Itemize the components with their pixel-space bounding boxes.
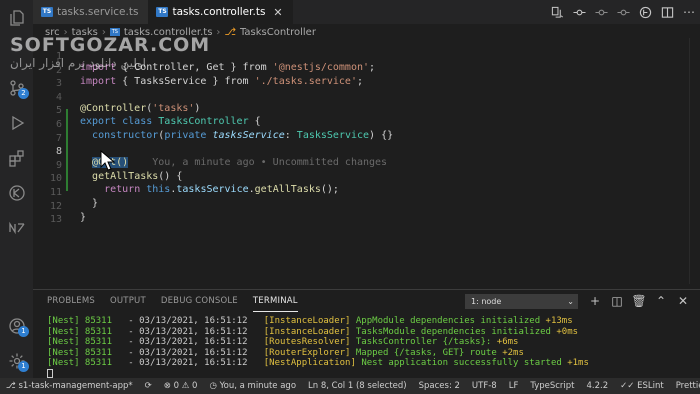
terminal-line: [Nest] 85311 - 03/13/2021, 16:51:12 [Rou…	[47, 347, 524, 358]
split-terminal-icon[interactable]: ◫	[608, 292, 626, 310]
eslint-label: ESLint	[637, 381, 664, 391]
error-icon: ⊗	[163, 381, 174, 391]
mouse-pointer-icon	[100, 150, 116, 171]
code-editor[interactable]: 1 import { Controller, Get } from '@nest…	[33, 38, 689, 284]
close-icon[interactable]: ✕	[273, 6, 282, 19]
code-line: 6 constructor(private tasksService: Task…	[33, 108, 689, 141]
settings-icon[interactable]: 1	[7, 351, 29, 372]
error-count: 0	[173, 381, 179, 391]
code-line-current: 8 @Get() You, a minute ago • Uncommitted…	[33, 135, 689, 169]
code-line: 13	[33, 203, 689, 225]
warning-icon: ⚠	[181, 381, 193, 391]
previous-change-icon[interactable]	[590, 1, 612, 23]
cursor-position[interactable]: Ln 8, Col 1 (8 selected)	[302, 378, 413, 394]
terminal-line: [Nest] 85311 - 03/13/2021, 16:51:12 [Ins…	[47, 316, 573, 326]
editor-tabs: TS tasks.service.ts TS tasks.controller.…	[33, 0, 700, 24]
language-mode[interactable]: TypeScript	[524, 378, 580, 394]
prettier-status[interactable]: Prettier	[670, 378, 700, 394]
eslint-status[interactable]: ✓✓ ESLint	[614, 378, 670, 394]
typescript-file-icon: TS	[156, 7, 169, 17]
tab-label: tasks.controller.ts	[172, 6, 266, 18]
status-bar: ⎇ s1-task-management-app* ⟳ ⊗ 0 ⚠ 0 ◷ Yo…	[0, 378, 700, 394]
code-line: 9 getAllTasks() {	[33, 149, 689, 182]
gitlens-icon[interactable]	[634, 1, 656, 23]
accounts-icon[interactable]: 1	[7, 316, 29, 337]
settings-badge: 1	[18, 361, 29, 372]
branch-status[interactable]: ⎇ s1-task-management-app*	[0, 378, 139, 394]
new-terminal-icon[interactable]: +	[586, 292, 604, 310]
blame-status[interactable]: ◷ You, a minute ago	[203, 378, 302, 394]
run-debug-icon[interactable]	[7, 113, 26, 132]
branch-name: s1-task-management-app*	[18, 381, 133, 391]
extensions-icon[interactable]	[7, 148, 26, 167]
terminal-select[interactable]: 1: node ⌄	[465, 294, 578, 309]
chevron-right-icon: ›	[216, 26, 221, 38]
source-control-icon[interactable]: 2	[7, 78, 29, 99]
split-editor-icon[interactable]	[656, 1, 678, 23]
code-line: 11 }	[33, 176, 689, 209]
tab-tasks-service[interactable]: TS tasks.service.ts	[33, 0, 149, 24]
nest-icon[interactable]	[7, 218, 26, 237]
line-number: 13	[49, 214, 62, 226]
more-actions-icon[interactable]: ⋯	[678, 1, 700, 23]
code-line: 5 export class TasksController {	[33, 94, 689, 127]
trash-icon[interactable]: 🗑	[630, 292, 648, 310]
code-line: 10 return this.tasksService.getAllTasks(…	[33, 162, 689, 195]
watermark: SOFTGOZAR.COM اولین دانلود نرم افزار ایر…	[10, 34, 210, 70]
encoding-status[interactable]: UTF-8	[466, 378, 503, 394]
terminal-line: [Nest] 85311 - 03/13/2021, 16:51:12 [Ins…	[47, 326, 579, 337]
git-commit-icon[interactable]	[568, 1, 590, 23]
compare-changes-icon[interactable]	[546, 1, 568, 23]
panel-tabs: PROBLEMS OUTPUT DEBUG CONSOLE TERMINAL	[47, 290, 298, 312]
maximize-panel-icon[interactable]: ⌃	[652, 292, 670, 310]
sync-icon[interactable]: ⟳	[139, 378, 158, 394]
tab-terminal[interactable]: TERMINAL	[252, 290, 298, 312]
git-branch-icon: ⎇	[6, 381, 19, 391]
close-panel-icon[interactable]: ✕	[674, 292, 692, 310]
history-icon: ◷	[209, 381, 220, 391]
tab-tasks-controller[interactable]: TS tasks.controller.ts ✕	[148, 0, 293, 24]
terminal-line: [Nest] 85311 - 03/13/2021, 16:51:12 [Nes…	[47, 358, 589, 368]
breadcrumb-class[interactable]: TasksController	[240, 27, 316, 38]
terminal-cursor	[47, 368, 53, 378]
class-icon: ⎇	[224, 26, 236, 38]
chevron-down-icon: ⌄	[567, 297, 574, 306]
indentation-status[interactable]: Spaces: 2	[413, 378, 466, 394]
source-control-badge: 2	[18, 88, 29, 99]
next-change-icon[interactable]	[612, 1, 634, 23]
check-double-icon: ✓✓	[620, 381, 638, 391]
tab-problems[interactable]: PROBLEMS	[47, 290, 95, 312]
watermark-title: SOFTGOZAR.COM	[10, 34, 211, 56]
watermark-subtitle: اولین دانلود نرم افزار ایران	[10, 56, 146, 70]
editor-actions: ⋯	[546, 0, 700, 24]
explorer-icon[interactable]	[7, 8, 26, 27]
code-line: 7	[33, 122, 689, 144]
code-line: 12 }	[33, 190, 689, 223]
tab-output[interactable]: OUTPUT	[110, 290, 146, 312]
git-graph-icon[interactable]	[7, 183, 26, 202]
warning-count: 0	[192, 381, 198, 391]
ts-version[interactable]: 4.2.2	[581, 378, 615, 394]
eol-status[interactable]: LF	[503, 378, 525, 394]
blame-text: You, a minute ago	[219, 381, 297, 391]
terminal-line: [Nest] 85311 - 03/13/2021, 16:51:12 [Rou…	[47, 337, 519, 347]
terminal-select-value: 1: node	[471, 297, 502, 306]
code-line: 4 @Controller('tasks')	[33, 81, 689, 114]
tab-debug-console[interactable]: DEBUG CONSOLE	[161, 290, 238, 312]
bottom-panel: PROBLEMS OUTPUT DEBUG CONSOLE TERMINAL 1…	[33, 289, 700, 378]
minimap[interactable]	[689, 38, 700, 284]
terminal-output[interactable]: [Nest] 85311 - 03/13/2021, 16:51:12 [Ins…	[47, 316, 589, 379]
typescript-file-icon: TS	[41, 7, 53, 17]
accounts-badge: 1	[18, 326, 29, 337]
tab-label: tasks.service.ts	[57, 6, 139, 18]
problems-status[interactable]: ⊗ 0 ⚠ 0	[158, 378, 204, 394]
